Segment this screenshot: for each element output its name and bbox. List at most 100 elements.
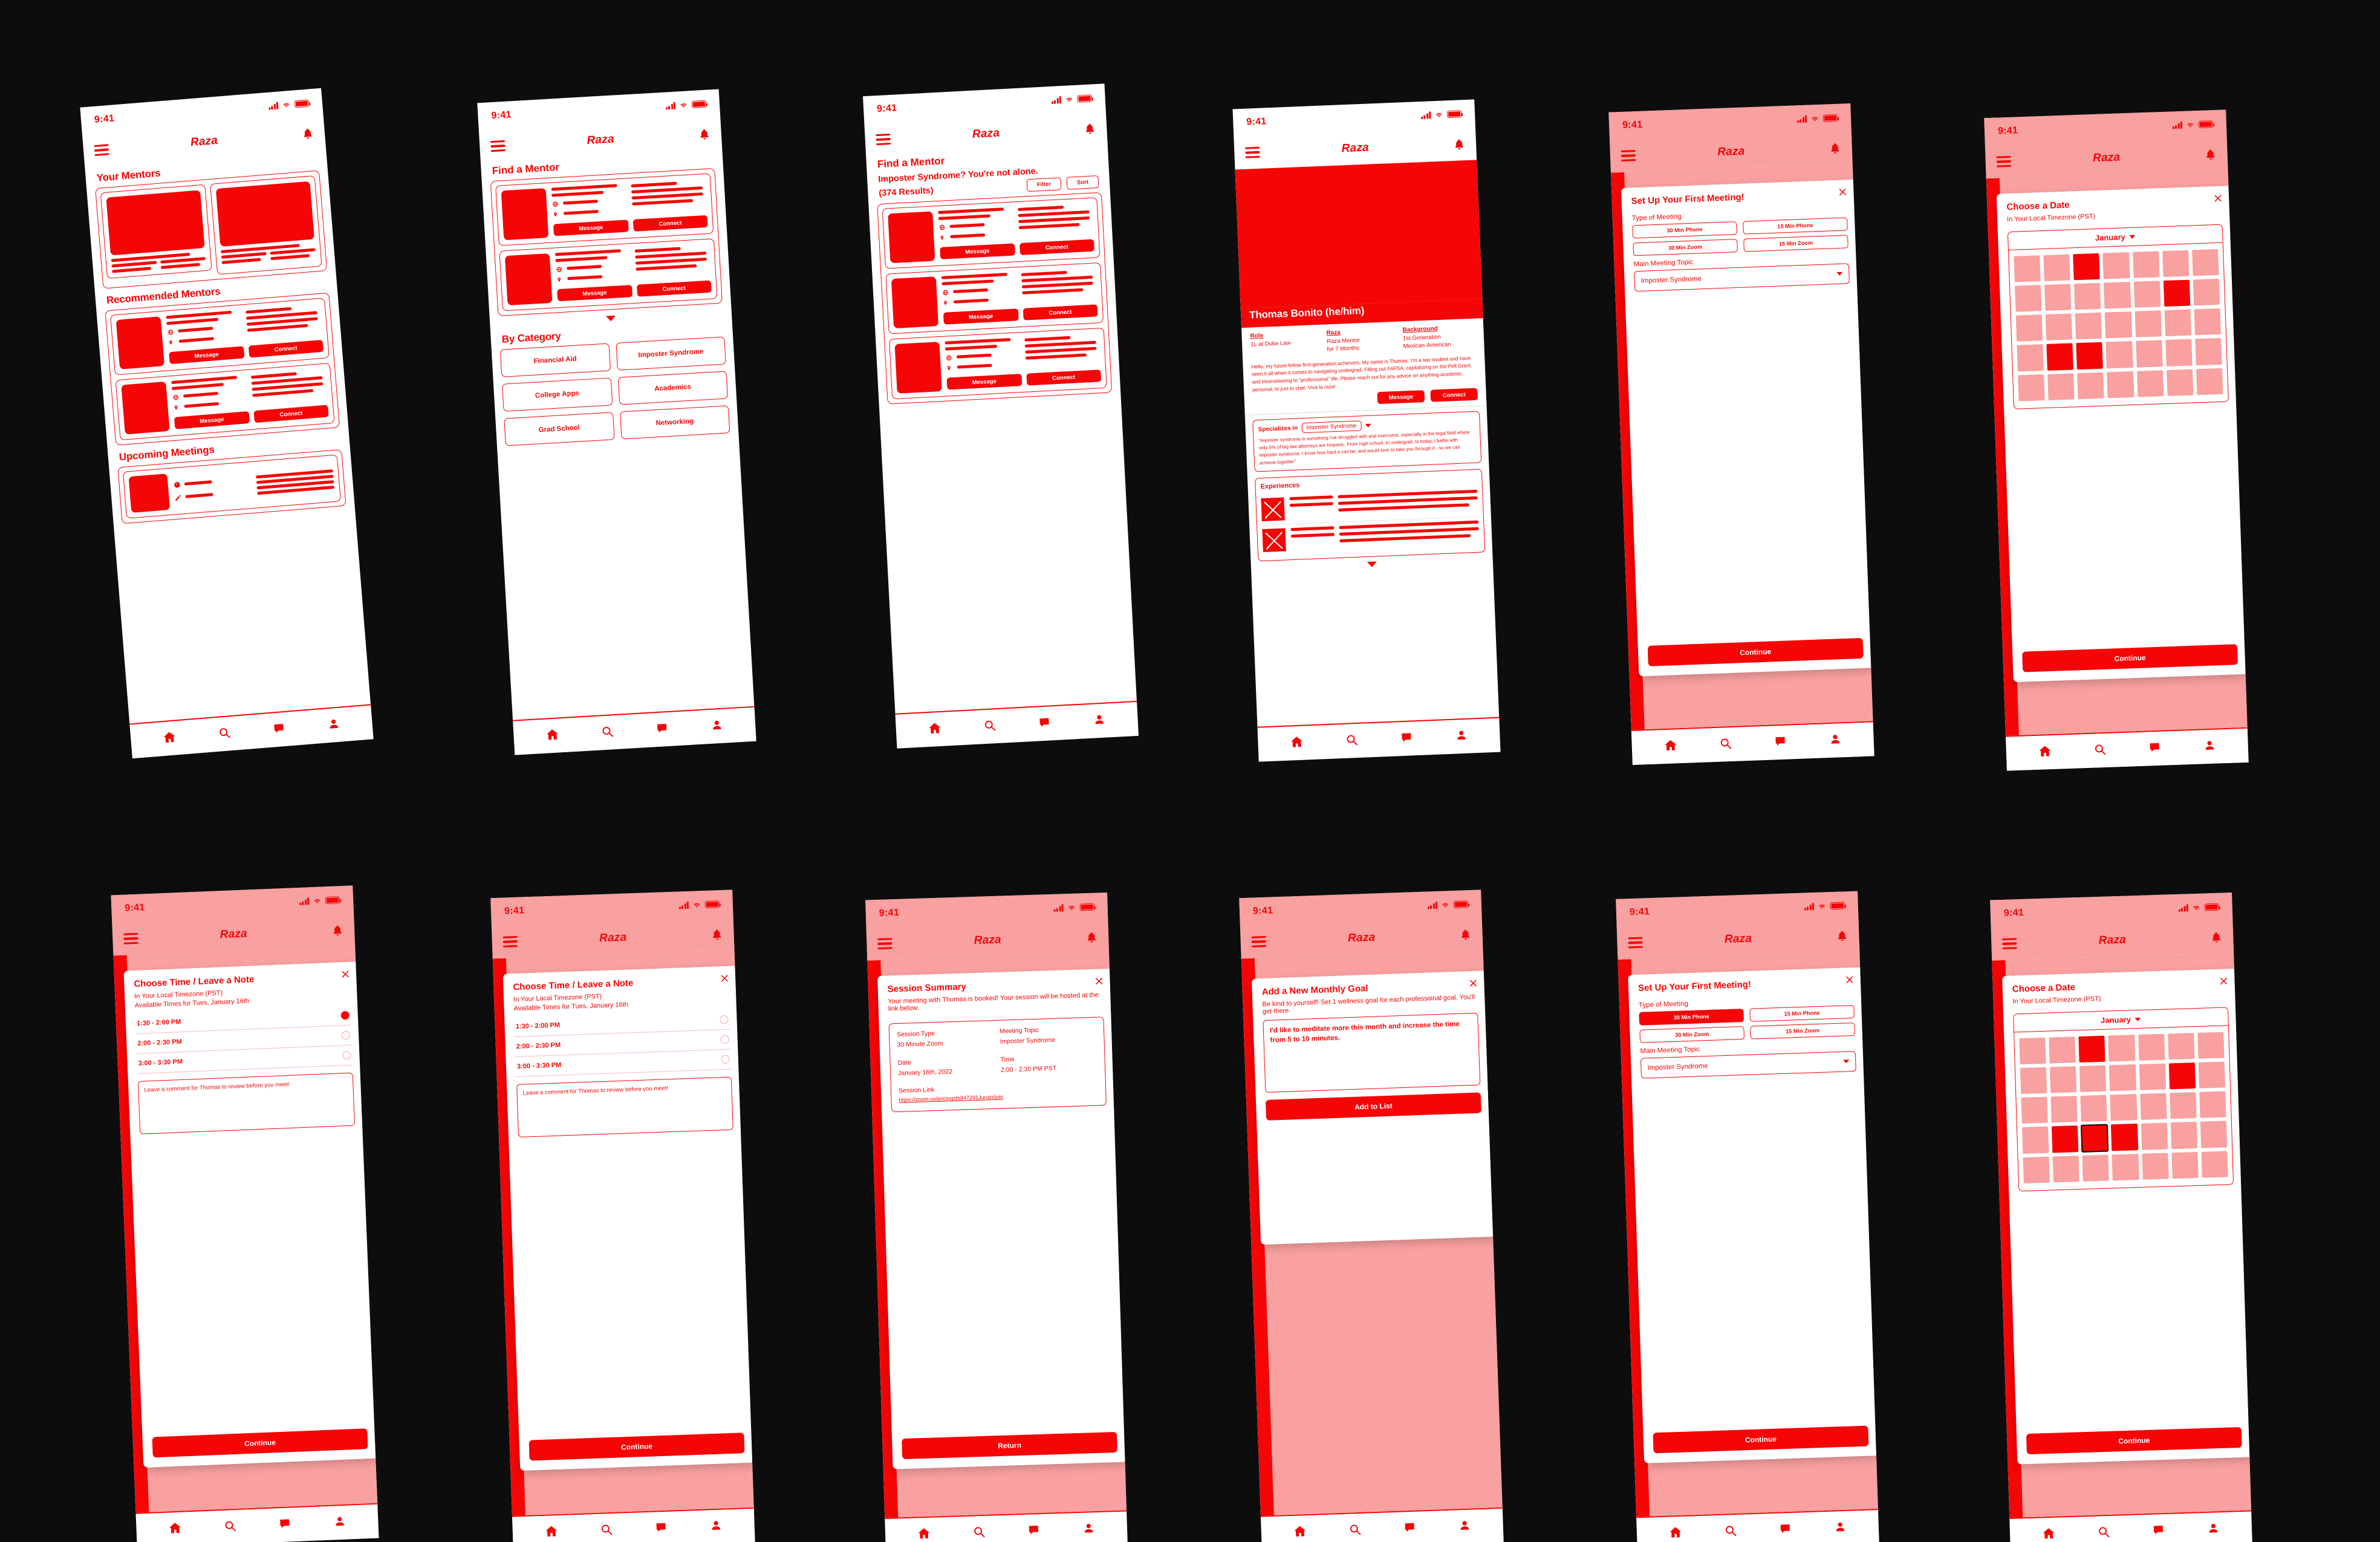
meeting-type-option[interactable]: 15 Min Zoom (1750, 1022, 1855, 1039)
calendar-day[interactable] (2191, 249, 2219, 276)
mentor-tile[interactable] (210, 175, 322, 275)
mentor-card[interactable]: Message Connect (115, 363, 335, 441)
calendar-day[interactable] (2139, 1093, 2167, 1121)
nav-home[interactable] (1292, 1524, 1308, 1541)
calendar-day[interactable] (2043, 254, 2071, 282)
calendar-day[interactable] (2023, 1156, 2050, 1183)
nav-messages[interactable] (1026, 1523, 1042, 1540)
nav-search[interactable] (222, 1519, 238, 1535)
menu-icon[interactable] (94, 144, 109, 157)
filter-button[interactable]: Filter (1026, 177, 1062, 192)
message-button[interactable]: Message (553, 220, 629, 236)
calendar-day[interactable] (2105, 311, 2132, 339)
mentor-card[interactable]: Message Connect (885, 262, 1104, 334)
connect-button[interactable]: Connect (1023, 304, 1098, 320)
nav-profile[interactable] (2202, 738, 2218, 755)
close-icon[interactable] (2213, 194, 2223, 204)
mentor-card[interactable]: Message Connect (499, 238, 718, 311)
menu-icon[interactable] (1628, 937, 1643, 949)
calendar-day[interactable] (2193, 279, 2220, 306)
nav-profile[interactable] (331, 1515, 348, 1531)
nav-search[interactable] (1717, 737, 1734, 753)
close-icon[interactable] (720, 974, 730, 984)
nav-search[interactable] (971, 1525, 987, 1541)
menu-icon[interactable] (502, 935, 518, 948)
nav-messages[interactable] (276, 1517, 293, 1533)
calendar-day[interactable] (2044, 284, 2072, 311)
calendar-day[interactable] (2107, 371, 2135, 399)
meeting-type-option[interactable]: 15 Min Phone (1743, 217, 1848, 235)
calendar-day[interactable] (2046, 343, 2074, 371)
close-icon[interactable] (1845, 975, 1855, 985)
calendar-day[interactable] (2135, 340, 2163, 368)
calendar-day[interactable] (2162, 250, 2190, 278)
connect-button[interactable]: Connect (1026, 369, 1102, 386)
calendar-day[interactable] (2014, 255, 2041, 282)
nav-home[interactable] (2037, 744, 2053, 761)
calendar-day[interactable] (2052, 1125, 2079, 1153)
message-button[interactable]: Message (946, 374, 1022, 390)
nav-home[interactable] (167, 1521, 183, 1538)
calendar-day[interactable] (2109, 1064, 2136, 1091)
menu-icon[interactable] (877, 938, 892, 950)
calendar-day[interactable] (2110, 1094, 2138, 1121)
nav-home[interactable] (543, 1524, 559, 1541)
close-icon[interactable] (340, 969, 351, 980)
calendar-day[interactable] (2047, 372, 2075, 400)
nav-messages[interactable] (1398, 730, 1414, 747)
calendar-day[interactable] (2017, 344, 2044, 372)
nav-home[interactable] (2040, 1527, 2056, 1542)
connect-button[interactable]: Connect (253, 405, 329, 423)
calendar-day[interactable] (2102, 252, 2130, 279)
calendar-day[interactable] (2111, 1124, 2138, 1151)
nav-messages[interactable] (1777, 1522, 1793, 1538)
nav-messages[interactable] (653, 1521, 669, 1537)
nav-search[interactable] (216, 726, 233, 743)
calendar-day[interactable] (2018, 374, 2045, 402)
calendar-day[interactable] (2164, 309, 2191, 337)
calendar-day[interactable] (2168, 1062, 2196, 1090)
nav-profile[interactable] (1827, 732, 1844, 749)
nav-search[interactable] (2092, 743, 2108, 759)
category-grad school[interactable]: Grad School (504, 412, 615, 446)
calendar-day[interactable] (2195, 338, 2222, 365)
calendar-day[interactable] (2167, 1033, 2195, 1060)
nav-profile[interactable] (1832, 1520, 1848, 1537)
meeting-type-option[interactable]: 30 Min Zoom (1639, 1026, 1745, 1043)
calendar-day[interactable] (2014, 285, 2042, 312)
calendar-day[interactable] (2136, 369, 2164, 397)
category-financial aid[interactable]: Financial Aid (499, 343, 611, 377)
calendar-day[interactable] (2076, 342, 2104, 369)
calendar-day[interactable] (2078, 1035, 2106, 1063)
calendar-day[interactable] (2170, 1122, 2198, 1149)
nav-profile[interactable] (1453, 729, 1469, 745)
message-button[interactable]: Message (940, 243, 1015, 259)
category-academics[interactable]: Academics (617, 371, 729, 405)
nav-messages[interactable] (1036, 715, 1053, 732)
close-icon[interactable] (1468, 978, 1478, 989)
nav-profile[interactable] (2205, 1521, 2222, 1538)
nav-messages[interactable] (1402, 1521, 1418, 1537)
calendar-day[interactable] (2015, 314, 2043, 342)
calendar-day[interactable] (2105, 341, 2133, 369)
calendar-day[interactable] (2052, 1155, 2080, 1183)
calendar-day[interactable] (2108, 1035, 2136, 1062)
expand-more-icon[interactable] (605, 315, 616, 322)
menu-icon[interactable] (1251, 935, 1267, 948)
calendar-day[interactable] (2077, 372, 2104, 399)
message-button[interactable]: Message (169, 346, 244, 365)
chevron-down-icon[interactable] (1365, 423, 1371, 428)
calendar-day[interactable] (2197, 1032, 2225, 1059)
calendar-day[interactable] (2163, 279, 2191, 307)
nav-home[interactable] (1667, 1526, 1683, 1542)
time-slot-radio[interactable] (342, 1050, 351, 1060)
nav-home[interactable] (1289, 735, 1305, 752)
message-button[interactable]: Message (174, 411, 250, 429)
menu-icon[interactable] (1245, 146, 1260, 158)
nav-home[interactable] (926, 721, 943, 738)
category-college apps[interactable]: College Apps (502, 377, 613, 412)
category-imposter syndrome[interactable]: Imposter Syndrome (615, 336, 726, 371)
add-to-list-button[interactable]: Add to List (1265, 1092, 1481, 1121)
nav-search[interactable] (1347, 1523, 1363, 1539)
calendar-day[interactable] (2141, 1122, 2168, 1150)
